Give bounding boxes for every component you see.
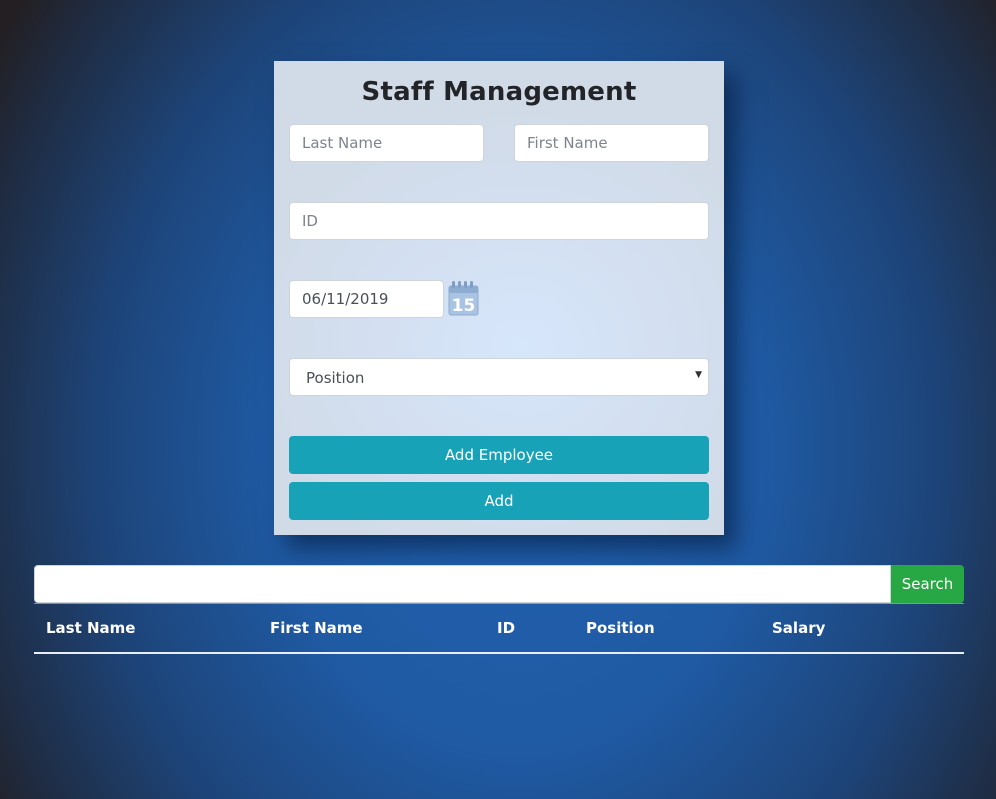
add-button[interactable]: Add bbox=[289, 482, 709, 520]
last-name-input[interactable] bbox=[289, 124, 484, 162]
table-top-border bbox=[34, 603, 964, 604]
column-header-salary: Salary bbox=[772, 619, 826, 637]
column-header-first-name: First Name bbox=[270, 619, 363, 637]
add-employee-button[interactable]: Add Employee bbox=[289, 436, 709, 474]
position-select[interactable]: Position ▼ bbox=[289, 358, 709, 396]
position-select-value: Position bbox=[306, 369, 365, 387]
first-name-input[interactable] bbox=[514, 124, 709, 162]
column-header-id: ID bbox=[497, 619, 516, 637]
column-header-last-name: Last Name bbox=[46, 619, 136, 637]
calendar-day-text: 15 bbox=[452, 296, 476, 316]
date-input[interactable] bbox=[289, 280, 444, 318]
column-header-position: Position bbox=[586, 619, 655, 637]
id-input[interactable] bbox=[289, 202, 709, 240]
search-button[interactable]: Search bbox=[891, 565, 964, 603]
form-title: Staff Management bbox=[361, 77, 637, 107]
table-header-divider bbox=[34, 652, 964, 654]
search-input[interactable] bbox=[34, 565, 891, 603]
calendar-icon[interactable]: 15 bbox=[448, 279, 479, 317]
staff-form-card: Staff Management 15 Position ▼ Add Emplo… bbox=[274, 61, 724, 535]
chevron-down-icon: ▼ bbox=[695, 370, 702, 380]
